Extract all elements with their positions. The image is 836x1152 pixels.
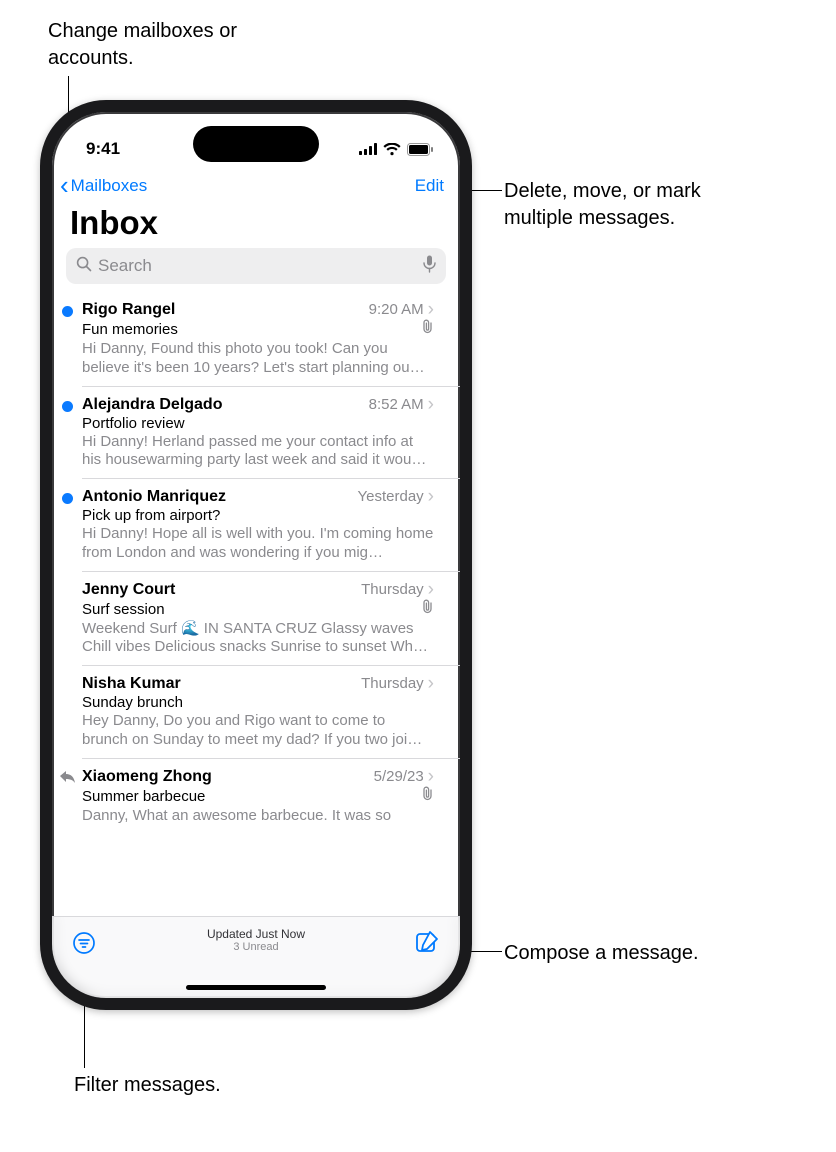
toolbar: Updated Just Now 3 Unread	[52, 916, 460, 998]
page-title: Inbox	[52, 202, 460, 248]
message-preview: Weekend Surf 🌊 IN SANTA CRUZ Glassy wave…	[82, 620, 434, 658]
chevron-left-icon: ‹	[60, 172, 69, 198]
message-time: Thursday	[361, 675, 424, 692]
compose-button[interactable]	[414, 929, 440, 960]
sender-name: Nisha Kumar	[82, 675, 181, 693]
edit-button[interactable]: Edit	[415, 176, 444, 196]
message-preview: Danny, What an awesome barbecue. It was …	[82, 807, 434, 826]
message-subject: Summer barbecue	[82, 788, 205, 805]
message-preview: Hi Danny! Hope all is well with you. I'm…	[82, 525, 434, 563]
attachment-icon	[421, 599, 434, 619]
unread-dot-icon	[62, 306, 73, 317]
search-icon	[76, 256, 92, 277]
message-time: 5/29/23	[374, 768, 424, 785]
message-row[interactable]: Xiaomeng Zhong 5/29/23› Summer barbecue Dan…	[82, 758, 460, 834]
screen: ‹ Mailboxes Edit Inbox Search Rigo Range…	[52, 168, 460, 998]
sender-name: Antonio Manriquez	[82, 488, 226, 506]
chevron-right-icon: ›	[428, 580, 434, 599]
search-placeholder: Search	[98, 256, 417, 276]
message-subject: Surf session	[82, 601, 165, 618]
attachment-icon	[421, 319, 434, 339]
chevron-right-icon: ›	[428, 767, 434, 786]
message-subject: Portfolio review	[82, 415, 185, 432]
sender-name: Alejandra Delgado	[82, 396, 222, 414]
message-preview: Hey Danny, Do you and Rigo want to come …	[82, 712, 434, 750]
chevron-right-icon: ›	[428, 487, 434, 506]
message-time: 9:20 AM	[369, 301, 424, 318]
unread-dot-icon	[62, 401, 73, 412]
message-preview: Hi Danny, Found this photo you took! Can…	[82, 340, 434, 378]
callout-compose: Compose a message.	[504, 940, 699, 967]
status-time: 9:41	[86, 139, 120, 159]
message-row[interactable]: Jenny Court Thursday› Surf session Weekend …	[82, 571, 460, 666]
attachment-icon	[421, 786, 434, 806]
replied-icon	[60, 771, 75, 789]
sender-name: Xiaomeng Zhong	[82, 768, 212, 786]
filter-button[interactable]	[72, 931, 96, 960]
nav-bar: ‹ Mailboxes Edit	[52, 168, 460, 202]
message-row[interactable]: Alejandra Delgado 8:52 AM› Portfolio revie…	[82, 386, 460, 479]
message-subject: Pick up from airport?	[82, 507, 220, 524]
callout-filter: Filter messages.	[74, 1072, 221, 1099]
wifi-icon	[383, 143, 401, 156]
phone-frame: 9:41 ‹ Mailboxes Edit Inbox	[40, 100, 472, 1010]
home-indicator[interactable]	[186, 985, 326, 990]
dictate-icon[interactable]	[423, 255, 436, 278]
unread-dot-icon	[62, 493, 73, 504]
message-subject: Sunday brunch	[82, 694, 183, 711]
chevron-right-icon: ›	[428, 395, 434, 414]
sender-name: Rigo Rangel	[82, 301, 175, 319]
message-time: Thursday	[361, 581, 424, 598]
updated-status: Updated Just Now	[52, 927, 460, 941]
search-field[interactable]: Search	[66, 248, 446, 284]
message-list[interactable]: Rigo Rangel9:20 AM›Fun memoriesHi Danny,…	[52, 292, 460, 916]
sender-name: Jenny Court	[82, 581, 175, 599]
message-preview: Hi Danny! Herland passed me your contact…	[82, 433, 434, 471]
cellular-icon	[359, 143, 377, 155]
message-row[interactable]: Nisha Kumar Thursday› Sunday brunchHey Dan…	[82, 665, 460, 758]
message-subject: Fun memories	[82, 321, 178, 338]
message-row[interactable]: Rigo Rangel 9:20 AM› Fun memories Hi Danny,…	[82, 292, 460, 386]
callout-mailboxes: Change mailboxes or accounts.	[48, 18, 308, 72]
callout-edit: Delete, move, or mark multiple messages.	[504, 178, 764, 232]
chevron-right-icon: ›	[428, 674, 434, 693]
back-label: Mailboxes	[71, 176, 148, 196]
chevron-right-icon: ›	[428, 300, 434, 319]
unread-count: 3 Unread	[52, 941, 460, 954]
dynamic-island	[193, 126, 319, 162]
battery-icon	[407, 143, 434, 156]
message-row[interactable]: Antonio Manriquez Yesterday› Pick up from …	[82, 478, 460, 571]
message-time: Yesterday	[358, 488, 424, 505]
mailboxes-back-button[interactable]: ‹ Mailboxes	[60, 174, 147, 198]
message-time: 8:52 AM	[369, 396, 424, 413]
